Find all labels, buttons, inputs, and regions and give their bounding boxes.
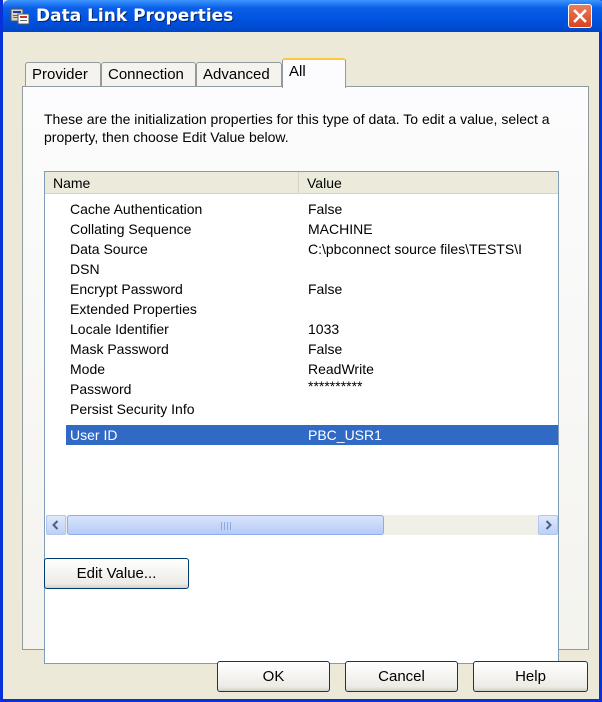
properties-list[interactable]: Name Value Cache Authentication False Col… xyxy=(44,171,559,664)
edit-value-button[interactable]: Edit Value... xyxy=(44,558,189,589)
list-item[interactable]: Extended Properties xyxy=(66,299,558,319)
list-item[interactable]: Cache Authentication False xyxy=(66,199,558,219)
title-bar[interactable]: Data Link Properties xyxy=(3,0,602,32)
property-name: DSN xyxy=(70,261,100,277)
tab-advanced[interactable]: Advanced xyxy=(196,62,282,86)
property-value: MACHINE xyxy=(308,221,373,237)
property-value: PBC_USR1 xyxy=(308,427,382,443)
horizontal-scrollbar[interactable] xyxy=(46,515,558,535)
property-value: C:\pbconnect source files\TESTS\I xyxy=(308,241,522,257)
list-item[interactable]: Password ********** xyxy=(66,379,558,399)
column-header-value[interactable]: Value xyxy=(299,172,558,193)
property-name: Cache Authentication xyxy=(70,201,203,217)
list-item[interactable]: Collating Sequence MACHINE xyxy=(66,219,558,239)
property-value: False xyxy=(308,281,343,297)
property-name: User ID xyxy=(70,427,118,443)
chevron-right-icon xyxy=(539,520,557,538)
tab-provider[interactable]: Provider xyxy=(25,62,101,86)
tab-connection[interactable]: Connection xyxy=(101,62,196,86)
property-name: Mask Password xyxy=(70,341,169,357)
property-value: False xyxy=(308,201,343,217)
list-item[interactable]: Mode ReadWrite xyxy=(66,359,558,379)
property-name: Data Source xyxy=(70,241,148,257)
property-value: 1033 xyxy=(308,321,340,337)
list-item[interactable]: DSN xyxy=(66,259,558,279)
window-title: Data Link Properties xyxy=(36,6,234,26)
scrollbar-thumb[interactable] xyxy=(67,515,384,535)
list-item[interactable]: Locale Identifier 1033 xyxy=(66,319,558,339)
property-name: Encrypt Password xyxy=(70,281,183,297)
help-button[interactable]: Help xyxy=(473,661,588,692)
list-item[interactable]: Encrypt Password False xyxy=(66,279,558,299)
scroll-left-button[interactable] xyxy=(46,515,66,535)
data-link-properties-window: Data Link Properties Provider Connection… xyxy=(0,0,602,702)
data-link-icon xyxy=(10,7,30,25)
chevron-left-icon xyxy=(47,520,65,538)
list-item[interactable]: Data Source C:\pbconnect source files\TES… xyxy=(66,239,558,259)
tab-all[interactable]: All xyxy=(282,58,346,88)
property-value: ********** xyxy=(308,379,363,394)
property-name: Locale Identifier xyxy=(70,321,169,337)
ok-button[interactable]: OK xyxy=(217,661,330,692)
property-name: Extended Properties xyxy=(70,301,197,317)
list-item[interactable]: Mask Password False xyxy=(66,339,558,359)
list-item[interactable]: Persist Security Info xyxy=(66,399,558,419)
property-value: False xyxy=(308,341,343,357)
list-item-selected[interactable]: User ID PBC_USR1 xyxy=(66,425,558,445)
list-header: Name Value xyxy=(45,172,558,194)
description-text: These are the initialization properties … xyxy=(44,111,550,145)
property-name: Persist Security Info xyxy=(70,401,195,417)
grip-icon xyxy=(221,522,231,530)
property-name: Mode xyxy=(70,361,106,377)
property-name: Collating Sequence xyxy=(70,221,192,237)
close-button[interactable] xyxy=(568,4,592,28)
scroll-right-button[interactable] xyxy=(538,515,558,535)
property-value: ReadWrite xyxy=(308,361,374,377)
column-header-name[interactable]: Name xyxy=(45,172,299,193)
cancel-button[interactable]: Cancel xyxy=(345,661,458,692)
property-name: Password xyxy=(70,381,132,397)
